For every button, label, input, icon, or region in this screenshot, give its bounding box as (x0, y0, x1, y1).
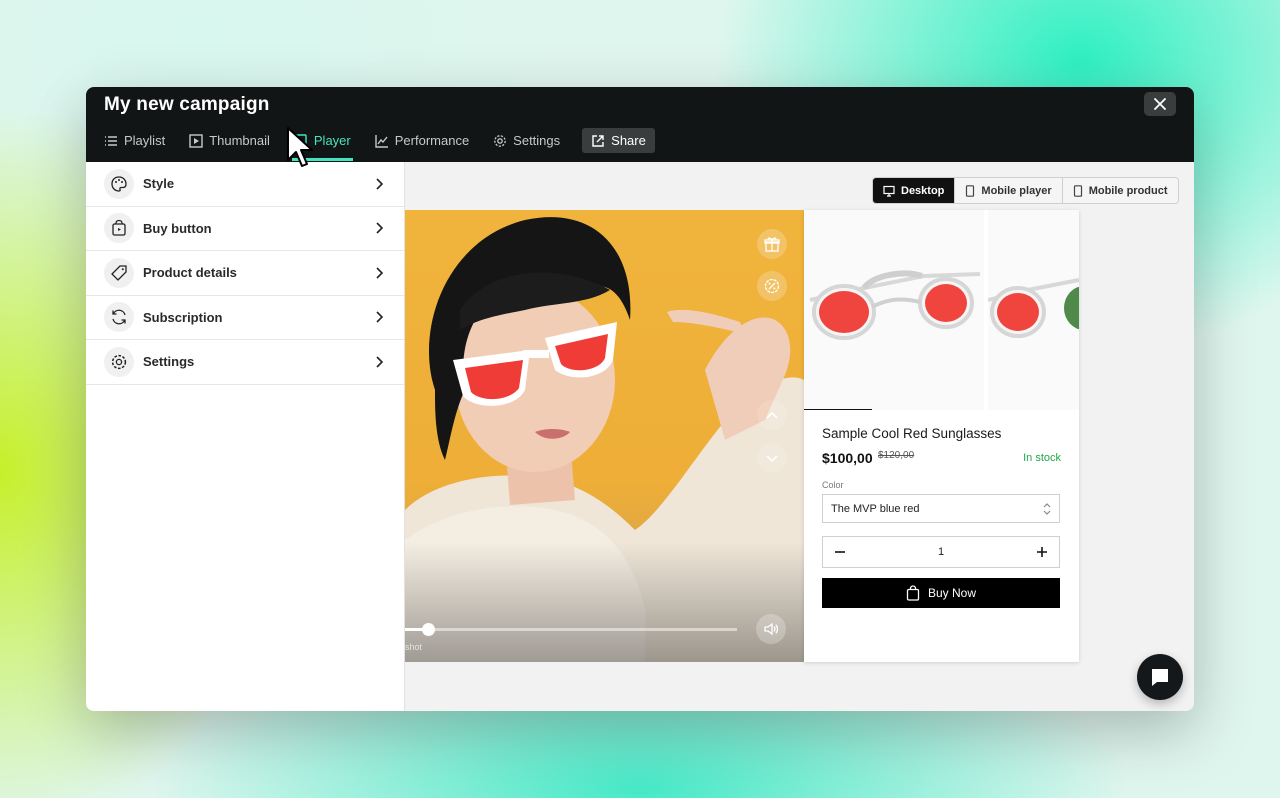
tab-performance[interactable]: Performance (373, 128, 471, 153)
video-player[interactable]: shot (405, 210, 804, 662)
color-label: Color (822, 480, 844, 490)
product-image-next (987, 210, 1079, 410)
video-gradient-overlay (405, 542, 804, 662)
select-arrows-icon (1043, 503, 1051, 515)
sidebar-item-label: Style (143, 176, 175, 192)
color-select-value: The MVP blue red (831, 502, 920, 515)
previous-video-button[interactable] (757, 400, 787, 430)
sidebar-item-subscription[interactable]: Subscription (86, 296, 404, 340)
buy-now-button[interactable]: Buy Now (822, 578, 1060, 608)
sunglasses-image (809, 270, 981, 340)
gift-icon (764, 237, 780, 252)
tab-thumbnail-label: Thumbnail (209, 133, 270, 148)
device-mobile-player-label: Mobile player (981, 184, 1052, 197)
gift-button[interactable] (757, 229, 787, 259)
tag-icon (104, 257, 134, 288)
video-watermark: shot (405, 642, 423, 652)
chevron-down-icon (766, 455, 778, 463)
tab-player-label: Player (313, 133, 351, 148)
mouse-cursor-icon (287, 127, 313, 167)
close-button[interactable] (1144, 92, 1176, 116)
discount-badge-icon (764, 278, 780, 294)
gear-icon (494, 134, 507, 147)
settings-sidebar: Style Buy button Product details Subscri… (86, 162, 405, 711)
phone-icon (1073, 184, 1082, 197)
product-image (804, 210, 984, 410)
speaker-icon (764, 622, 779, 636)
close-icon (1154, 98, 1166, 110)
chevron-right-icon (376, 356, 384, 368)
chevron-right-icon (376, 311, 384, 323)
tab-bar: Playlist Thumbnail Player Performance Se… (102, 128, 675, 162)
share-button[interactable]: Share (582, 128, 655, 153)
device-preview-toggle: Desktop Mobile player Mobile product (872, 177, 1179, 204)
sidebar-item-product-details[interactable]: Product details (86, 251, 404, 296)
minus-icon[interactable] (833, 545, 847, 559)
chevron-right-icon (376, 267, 384, 279)
chevron-right-icon (376, 178, 384, 190)
volume-button[interactable] (756, 614, 786, 644)
window-title: My new campaign (104, 94, 270, 115)
sidebar-item-settings[interactable]: Settings (86, 340, 404, 385)
external-link-icon (592, 134, 604, 147)
device-mobile-product-button[interactable]: Mobile product (1063, 178, 1178, 203)
sidebar-item-label: Settings (143, 354, 195, 370)
next-video-button[interactable] (757, 443, 787, 473)
tab-playlist-label: Playlist (124, 133, 166, 148)
discount-button[interactable] (757, 271, 787, 301)
sidebar-item-buy-button[interactable]: Buy button (86, 207, 404, 251)
product-old-price: $120,00 (878, 450, 915, 461)
play-square-icon (189, 133, 203, 148)
quantity-value: 1 (937, 546, 945, 558)
color-select[interactable]: The MVP blue red (822, 494, 1060, 523)
device-mobile-player-button[interactable]: Mobile player (955, 178, 1063, 203)
device-desktop-button[interactable]: Desktop (873, 178, 956, 203)
product-name: Sample Cool Red Sunglasses (822, 426, 1002, 441)
shopping-bag-icon (104, 213, 134, 244)
sidebar-item-label: Subscription (143, 309, 223, 325)
tab-settings[interactable]: Settings (491, 128, 562, 153)
product-image-carousel[interactable] (804, 210, 1079, 410)
refresh-icon (104, 302, 134, 333)
video-progress-bar[interactable] (405, 623, 737, 636)
product-card: Sample Cool Red Sunglasses $100,00 $120,… (804, 210, 1079, 662)
gear-icon (104, 346, 134, 377)
quantity-stepper: 1 (822, 536, 1060, 568)
chevron-right-icon (376, 222, 384, 234)
tab-performance-label: Performance (394, 133, 470, 148)
list-icon (105, 135, 117, 146)
monitor-icon (883, 185, 895, 197)
product-price: $100,00 (822, 450, 873, 466)
chat-bubble-icon (1152, 669, 1168, 686)
carousel-indicator (804, 409, 872, 410)
window-header: My new campaign Playlist Thumbnail Playe… (86, 87, 1194, 162)
sidebar-item-label: Product details (143, 265, 237, 281)
phone-icon (966, 184, 975, 197)
campaign-window: My new campaign Playlist Thumbnail Playe… (86, 87, 1194, 711)
tab-thumbnail[interactable]: Thumbnail (187, 128, 272, 153)
chevron-up-icon (766, 411, 778, 419)
sunglasses-image-alt (987, 278, 1079, 338)
tab-settings-label: Settings (513, 133, 561, 148)
plus-icon[interactable] (1035, 545, 1049, 559)
stock-status: In stock (1023, 452, 1061, 464)
sidebar-item-style[interactable]: Style (86, 162, 404, 207)
chart-line-icon (375, 134, 388, 148)
device-desktop-label: Desktop (901, 184, 945, 197)
share-label: Share (611, 133, 646, 148)
chat-support-button[interactable] (1137, 654, 1183, 700)
device-mobile-product-label: Mobile product (1088, 184, 1168, 197)
sidebar-item-label: Buy button (143, 220, 212, 236)
shopping-bag-icon (906, 585, 920, 601)
palette-icon (104, 168, 134, 199)
buy-now-label: Buy Now (927, 586, 977, 600)
tab-playlist[interactable]: Playlist (102, 128, 167, 153)
